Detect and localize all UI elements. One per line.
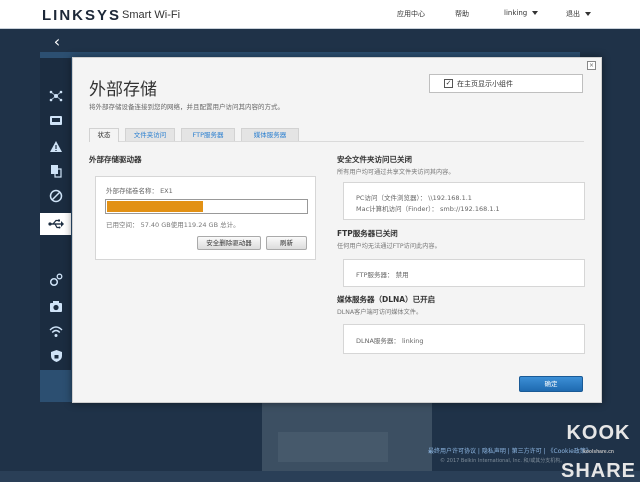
linksys-logo[interactable]: LINKSYS — [42, 7, 121, 24]
dashboard-widget-inner — [278, 432, 388, 462]
top-header: LINKSYS Smart Wi-Fi 应用中心 帮助 linking 退出 — [0, 0, 640, 29]
wireless-icon[interactable] — [48, 323, 64, 339]
ftp-title: FTP服务器已关闭 — [337, 229, 398, 238]
dlna-status-box: DLNA服务器： linking — [343, 324, 585, 354]
close-icon[interactable]: × — [587, 61, 596, 70]
logout-label: 退出 — [566, 10, 580, 18]
drive-volume-name: 外部存储卷名称： EX1 — [106, 187, 173, 195]
tab-ftp-server[interactable]: FTP服务器 — [181, 128, 235, 141]
parental-icon[interactable] — [48, 188, 64, 204]
network-map-icon[interactable] — [48, 88, 64, 104]
storage-share-icon[interactable] — [48, 163, 64, 179]
watermark-bottom: SHARE — [560, 460, 636, 482]
tab-folder-access[interactable]: 文件夹访问 — [125, 128, 175, 141]
tab-bar: 状态 文件夹访问 FTP服务器 媒体服务器 — [89, 128, 584, 142]
used-space-text: 已用空间： 57.40 GB使用119.24 GB 总计。 — [106, 221, 240, 229]
dialog-subtitle: 将外部存储设备连接到您的网络，并且配置用户访问其内容的方式。 — [89, 103, 284, 111]
ftp-status-box: FTP服务器： 禁用 — [343, 259, 585, 287]
safely-remove-drive-button[interactable]: 安全删除驱动器 — [197, 236, 261, 250]
nav-help[interactable]: 帮助 — [455, 9, 469, 19]
footer-copyright: © 2017 Belkin International, Inc. 和/或其分支… — [440, 458, 566, 464]
storage-usage-fill — [107, 201, 203, 212]
storage-usage-bar — [105, 199, 308, 214]
back-arrow-icon[interactable]: ‹ — [48, 33, 66, 51]
connectivity-icon[interactable] — [48, 272, 64, 288]
dlna-status: DLNA服务器： linking — [356, 337, 424, 345]
chevron-down-icon — [532, 11, 539, 15]
usb-icon[interactable] — [40, 213, 71, 235]
tab-status[interactable]: 状态 — [89, 128, 119, 142]
devices-icon[interactable] — [48, 112, 64, 128]
dlna-title: 媒体服务器（DLNA）已开启 — [337, 295, 436, 304]
koolshare-watermark: KOOK koolshare.cn SHARE — [560, 422, 636, 482]
drive-section-title: 外部存储驱动器 — [89, 155, 142, 164]
alert-icon[interactable] — [48, 138, 64, 154]
show-widget-label: 在主页显示小组件 — [457, 80, 513, 88]
product-name: Smart Wi-Fi — [122, 9, 181, 21]
dlna-desc: DLNA客户端可访问媒体文件。 — [337, 309, 423, 316]
watermark-top: KOOK — [566, 422, 631, 444]
diagnostics-icon[interactable] — [48, 298, 64, 314]
secure-access-title: 安全文件夹访问已关闭 — [337, 155, 412, 164]
ftp-status: FTP服务器： 禁用 — [356, 271, 409, 279]
nav-logout-menu[interactable]: 退出 — [566, 9, 591, 19]
ok-button[interactable]: 确定 — [519, 376, 583, 392]
chevron-down-icon — [585, 12, 591, 16]
account-name: linking — [504, 9, 528, 17]
drive-panel: 外部存储卷名称： EX1 已用空间： 57.40 GB使用119.24 GB 总… — [95, 176, 316, 260]
share-paths-box: PC访问（文件浏览器）： \\192.168.1.1 Mac计算机访问（Find… — [343, 182, 585, 220]
mac-access-path[interactable]: Mac计算机访问（Finder）： smb://192.168.1.1 — [356, 203, 500, 213]
nav-account-menu[interactable]: linking — [504, 9, 539, 17]
pc-access-path[interactable]: PC访问（文件浏览器）： \\192.168.1.1 — [356, 192, 472, 202]
checkbox-checked-icon[interactable]: ✓ — [444, 79, 453, 88]
security-icon[interactable] — [48, 348, 64, 364]
ftp-desc: 任何用户均无法通过FTP访问此内容。 — [337, 243, 441, 250]
refresh-button[interactable]: 刷新 — [266, 236, 307, 250]
show-widget-on-home-checkbox[interactable]: ✓ 在主页显示小组件 — [429, 74, 583, 93]
tab-media-server[interactable]: 媒体服务器 — [241, 128, 299, 141]
external-storage-dialog: × 外部存储 将外部存储设备连接到您的网络，并且配置用户访问其内容的方式。 ✓ … — [72, 57, 602, 403]
secure-access-desc: 所有用户均可通过共享文件夹访问其内容。 — [337, 169, 455, 176]
nav-app-center[interactable]: 应用中心 — [397, 9, 425, 19]
dialog-title: 外部存储 — [89, 80, 157, 100]
sidebar — [40, 58, 71, 370]
